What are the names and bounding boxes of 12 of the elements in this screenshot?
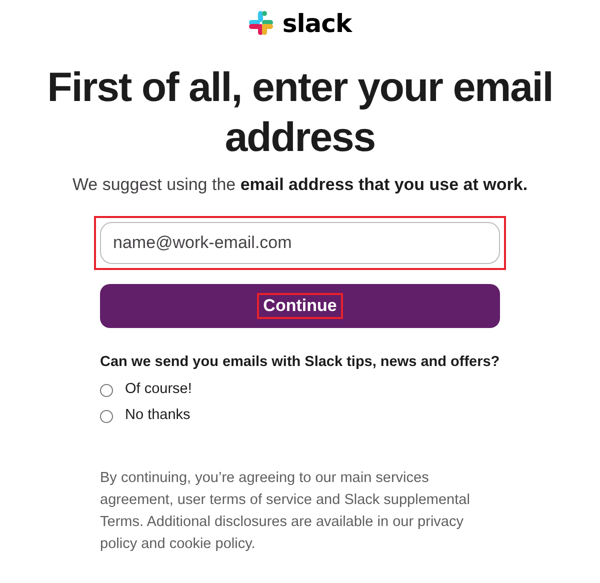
option-label[interactable]: Of course! xyxy=(125,379,192,402)
radio-button[interactable] xyxy=(100,410,113,423)
continue-button[interactable]: Continue xyxy=(100,284,500,328)
question-label: Can we send you emails with Slack tips, news and offers? xyxy=(100,352,500,372)
page-heading: First of all, enter your email address xyxy=(46,63,554,162)
email-input[interactable]: name@work-email.com xyxy=(100,222,500,264)
legal-text: By continuing, you’re agreeing to our main services agreement, user terms of service and Slack supplemental Terms. Additional disclosures are available in our privacy policy and cookie policy. xyxy=(100,469,471,554)
logo-wordmark: slack xyxy=(282,10,352,36)
subtitle: We suggest using the email address that you use at work. xyxy=(71,174,529,196)
logo-icon xyxy=(248,10,274,36)
option-label[interactable]: No thanks xyxy=(125,405,190,428)
radio-button[interactable] xyxy=(100,384,113,397)
